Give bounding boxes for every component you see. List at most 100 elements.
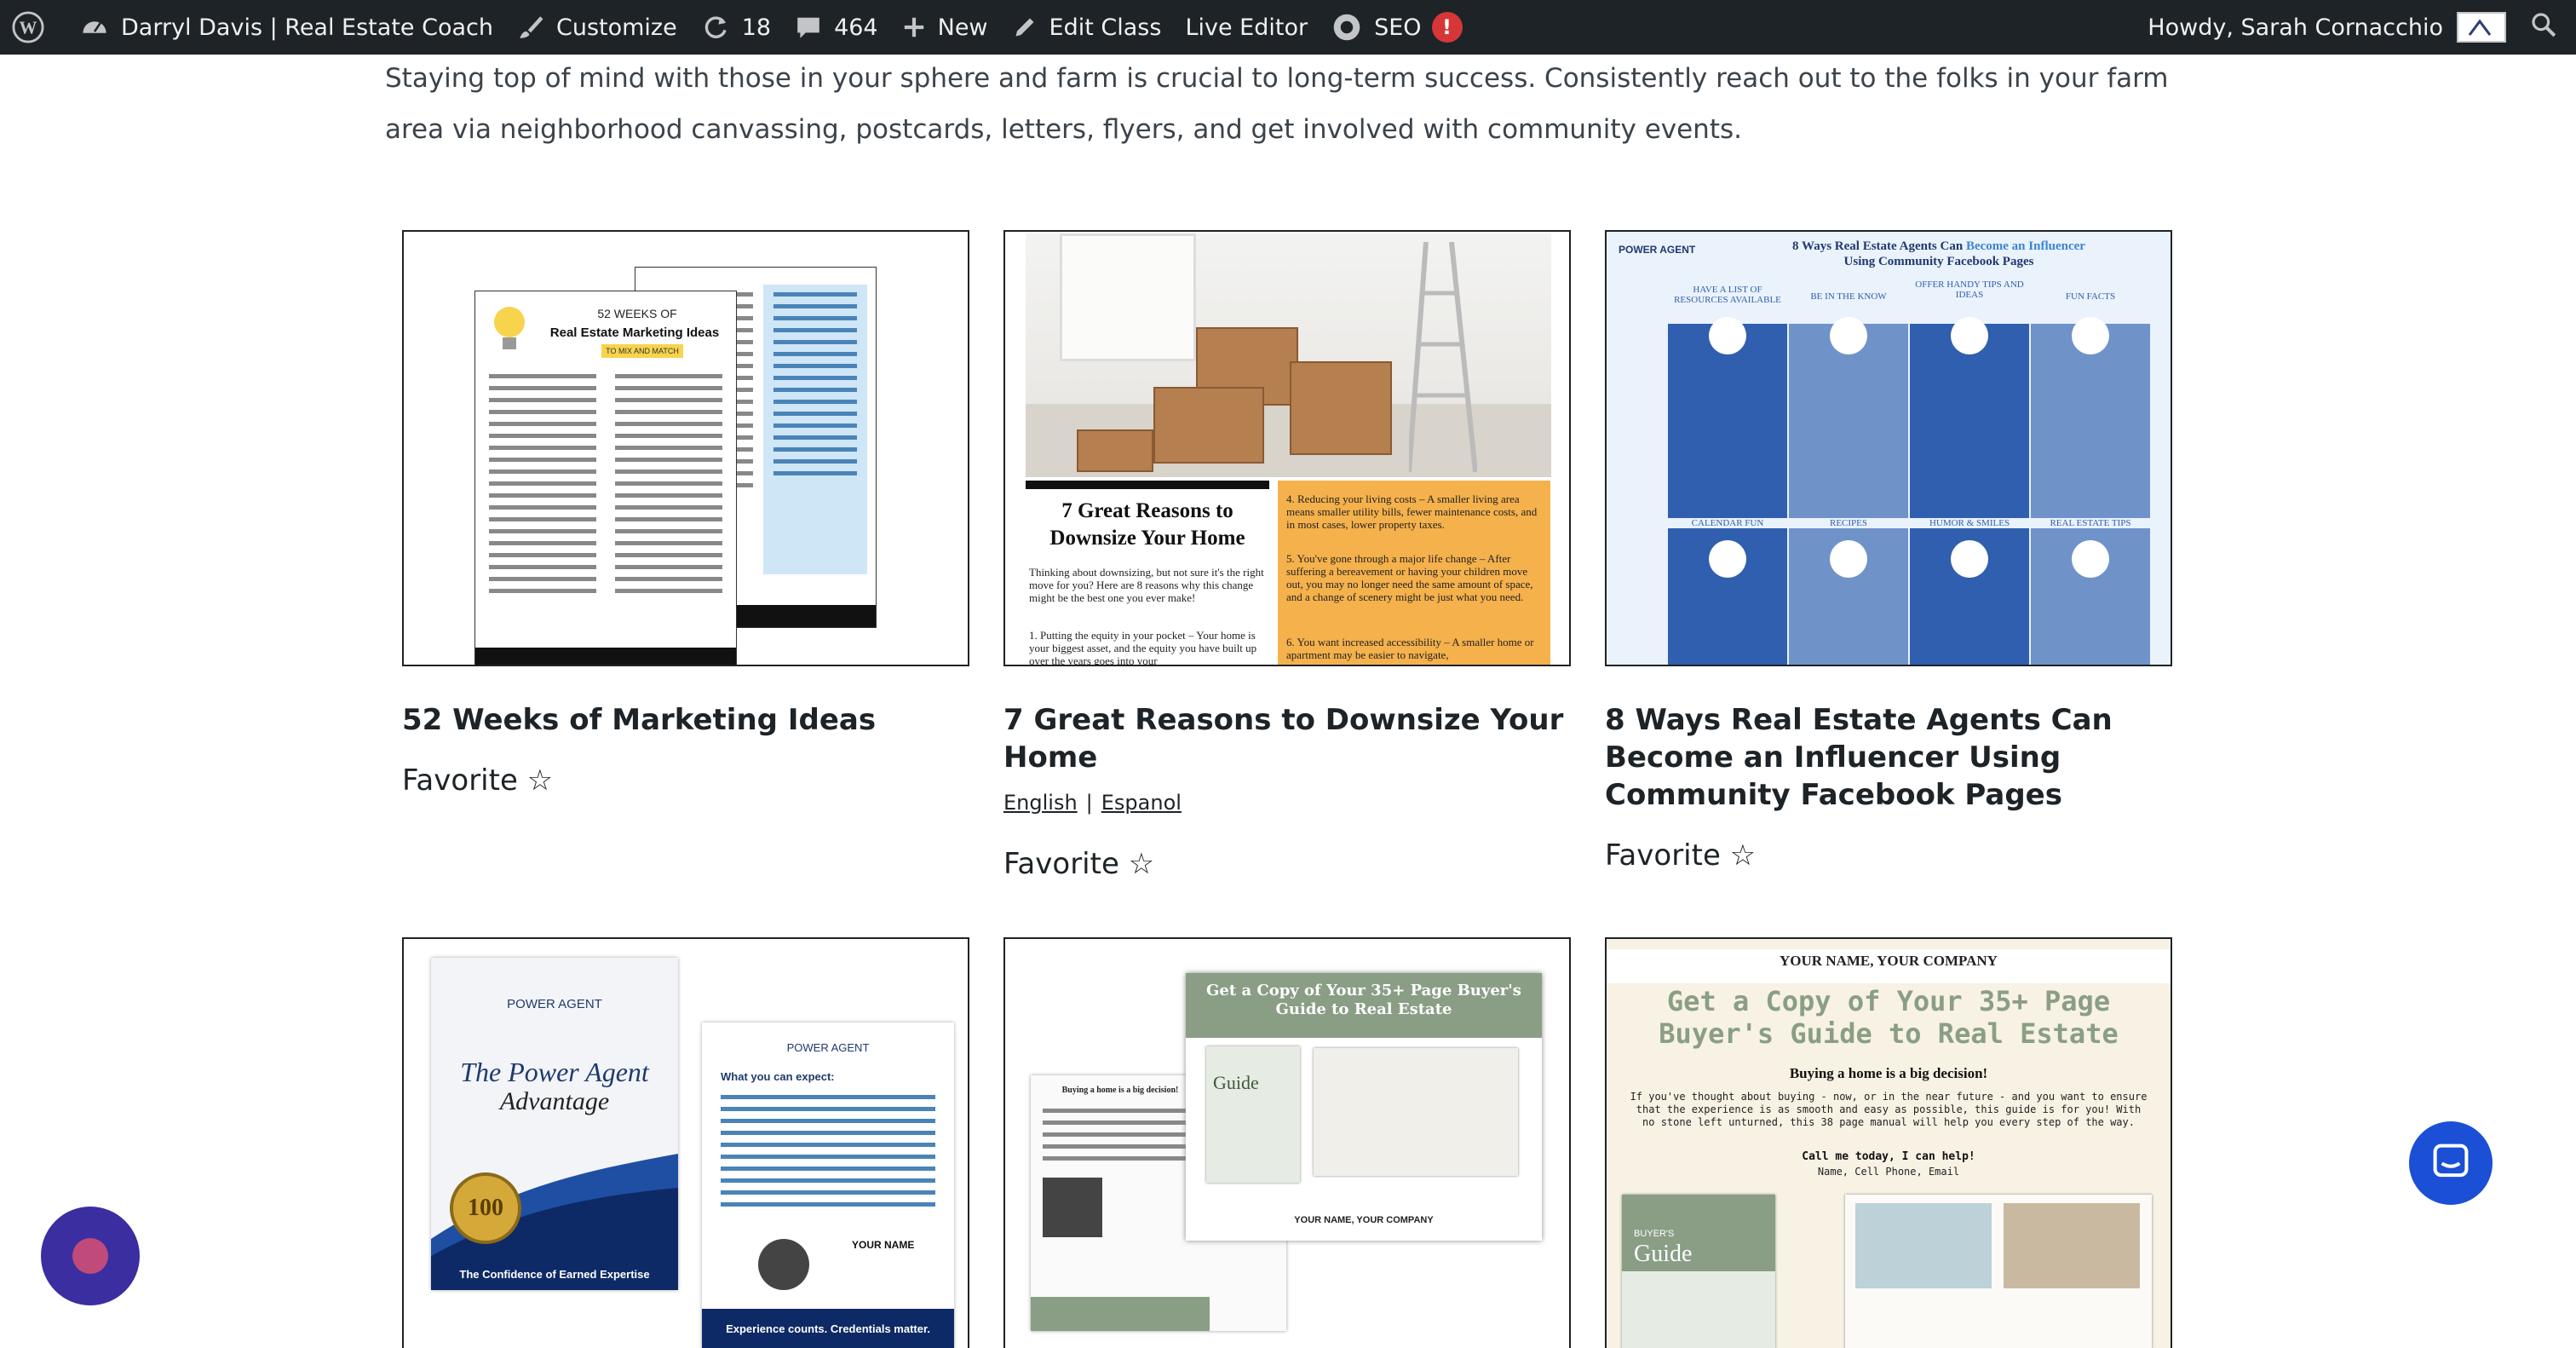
thumb-guide-cover: BUYER'S Guide: [1622, 1195, 1775, 1348]
svg-text:W: W: [20, 18, 37, 38]
widget-dot-icon: [72, 1238, 108, 1274]
favorite-button[interactable]: Favorite ☆: [1003, 847, 1154, 881]
card-title[interactable]: 52 Weeks of Marketing Ideas: [402, 701, 969, 739]
plus-icon: [902, 15, 926, 39]
thumb-photo-moving-boxes: [1026, 233, 1551, 477]
thumb-heading-small: 52 WEEKS OF: [597, 307, 677, 320]
satisfaction-seal: 100: [450, 1172, 521, 1244]
wordpress-logo[interactable]: W: [0, 0, 68, 55]
chat-launcher-button[interactable]: [2409, 1121, 2493, 1205]
thumb-heading: 8 Ways Real Estate Agents Can Become an …: [1717, 239, 2160, 269]
calendar-icon: [1709, 540, 1746, 578]
list-icon: [1709, 317, 1746, 354]
thumb-brochure-back: POWER AGENT What you can expect: YOUR NA…: [702, 1023, 954, 1348]
thumb-heading-c: Using Community Facebook Pages: [1843, 255, 2034, 268]
card-thumbnail-buyers-guide-postcard[interactable]: Buying a home is a big decision! Get a C…: [1003, 937, 1571, 1348]
card-title[interactable]: 7 Great Reasons to Downsize Your Home: [1003, 701, 1571, 776]
favorite-button[interactable]: Favorite ☆: [402, 763, 553, 798]
refresh-icon: [701, 13, 730, 42]
language-links: English | Espanol: [1003, 791, 1182, 815]
thumb-heading-b: Become an Influencer: [1965, 239, 2085, 253]
updates-count: 18: [741, 14, 772, 41]
thumb-bottom-bar: Experience counts. Credentials matter.: [702, 1309, 954, 1348]
thumb-heading-a: 8 Ways Real Estate Agents Can: [1792, 239, 1966, 253]
thumb-orange-panel: 4. Reducing your living costs – A smalle…: [1278, 481, 1550, 665]
seo-alert-badge: !: [1431, 12, 1463, 43]
thumb-point-6: 6. You want increased accessibility – A …: [1286, 636, 1534, 661]
intro-paragraph: Staying top of mind with those in your s…: [385, 63, 2169, 145]
column-label: HAVE A LIST OF RESOURCES AVAILABLE: [1674, 285, 1781, 305]
thumb-title: The Power Agent: [460, 1057, 649, 1087]
pencil-icon: [1012, 14, 1038, 40]
thumb-postcard: Get a Copy of Your 35+ Page Buyer's Guid…: [1186, 973, 1542, 1241]
english-link[interactable]: English: [1003, 791, 1078, 815]
chat-icon: [2431, 1142, 2470, 1184]
thumb-footer: The Confidence of Earned Expertise: [459, 1268, 650, 1281]
comment-icon: [795, 14, 822, 41]
thumb-company: YOUR NAME, YOUR COMPANY: [1294, 1215, 1434, 1225]
thumb-expect: What you can expect:: [721, 1070, 835, 1083]
greeting: Howdy, Sarah Cornacchio: [2148, 14, 2443, 41]
thumb-brochure-front: POWER AGENT The Power Agent Advantage 10…: [431, 958, 678, 1290]
comments-link[interactable]: 464: [783, 0, 890, 55]
card-thumbnail-downsize[interactable]: 7 Great Reasons to Downsize Your Home Th…: [1003, 230, 1571, 666]
thumb-front-sheet: 52 WEEKS OF Real Estate Marketing Ideas …: [475, 291, 736, 665]
lang-separator: |: [1085, 791, 1093, 815]
thumb-contact: Name, Cell Phone, Email: [1817, 1166, 1960, 1178]
thumb-script: Advantage: [499, 1087, 610, 1115]
search-toggle[interactable]: [2518, 0, 2576, 55]
thumb-heading: Real Estate Marketing Ideas: [549, 325, 720, 340]
thumb-heading: 7 Great Reasons to Downsize Your Home: [1049, 499, 1245, 550]
card-thumbnail-power-agent[interactable]: POWER AGENT The Power Agent Advantage 10…: [402, 937, 969, 1348]
avatar: [2457, 12, 2506, 43]
thumb-guide-small: BUYER'S: [1634, 1229, 1675, 1239]
updates-link[interactable]: 18: [689, 0, 783, 55]
lightbulb-icon: [1951, 317, 1988, 354]
column-label: REAL ESTATE TIPS: [2031, 518, 2150, 528]
comments-count: 464: [834, 14, 878, 41]
house-icon: [2072, 540, 2109, 578]
edit-class-label: Edit Class: [1049, 14, 1162, 41]
account-menu[interactable]: Howdy, Sarah Cornacchio: [2136, 0, 2518, 55]
thumb-brand: POWER AGENT: [507, 997, 602, 1011]
thumb-sub: Buying a home is a big decision!: [1061, 1086, 1179, 1095]
thumb-point-5: 5. You've gone through a major life chan…: [1286, 552, 1533, 603]
new-content-link[interactable]: New: [890, 0, 1000, 55]
site-name-link[interactable]: Darryl Davis | Real Estate Coach: [68, 0, 505, 55]
card-title[interactable]: 8 Ways Real Estate Agents Can Become an …: [1605, 701, 2172, 814]
thumb-guide-spread: [1845, 1195, 2152, 1348]
card-thumbnail-influencer[interactable]: POWER AGENT 8 Ways Real Estate Agents Ca…: [1605, 230, 2172, 666]
wordpress-icon: W: [12, 11, 44, 43]
thumb-tag: TO MIX AND MATCH: [601, 344, 683, 358]
thumb-heading-1: Get a Copy of Your 35+ Page: [1666, 985, 2111, 1017]
thumb-point-1: 1. Putting the equity in your pocket – Y…: [1029, 629, 1257, 666]
search-icon: [2530, 11, 2557, 44]
card-thumbnail-52-weeks[interactable]: 52 WEEKS OF Real Estate Marketing Ideas …: [402, 230, 969, 666]
agent-photo-placeholder: [758, 1239, 809, 1290]
thumb-call: Call me today, I can help!: [1802, 1150, 1975, 1163]
live-editor-label: Live Editor: [1185, 14, 1308, 41]
accessibility-widget-button[interactable]: [41, 1207, 140, 1305]
magnifier-icon: [1830, 317, 1867, 354]
edit-class-link[interactable]: Edit Class: [1000, 0, 1174, 55]
thumb-intro: Thinking about downsizing, but not sure …: [1029, 566, 1264, 604]
customize-link[interactable]: Customize: [505, 0, 689, 55]
espanol-link[interactable]: Espanol: [1101, 791, 1182, 815]
thumb-guide: Guide: [1213, 1072, 1259, 1093]
dashboard-icon: [80, 13, 109, 42]
card-thumbnail-buyers-guide-flyer[interactable]: YOUR NAME, YOUR COMPANY Get a Copy of Yo…: [1605, 937, 2172, 1348]
thumb-company: YOUR NAME, YOUR COMPANY: [1607, 949, 2171, 983]
new-label: New: [937, 14, 988, 41]
customize-label: Customize: [555, 14, 677, 41]
column-label: CALENDAR FUN: [1668, 518, 1787, 528]
admin-bar: W Darryl Davis | Real Estate Coach Custo…: [0, 0, 2576, 55]
site-name: Darryl Davis | Real Estate Coach: [121, 14, 493, 41]
favorite-button[interactable]: Favorite ☆: [1605, 838, 1756, 873]
smiley-icon: [1951, 540, 1988, 578]
seo-link[interactable]: SEO !: [1320, 0, 1474, 55]
thumb-sub: Buying a home is a big decision!: [1789, 1065, 1988, 1081]
lightbulb-icon: [486, 300, 533, 356]
live-editor-link[interactable]: Live Editor: [1173, 0, 1320, 55]
thumb-brand: POWER AGENT: [786, 1041, 870, 1054]
thumb-heading-2: Buyer's Guide to Real Estate: [1659, 1017, 2119, 1050]
